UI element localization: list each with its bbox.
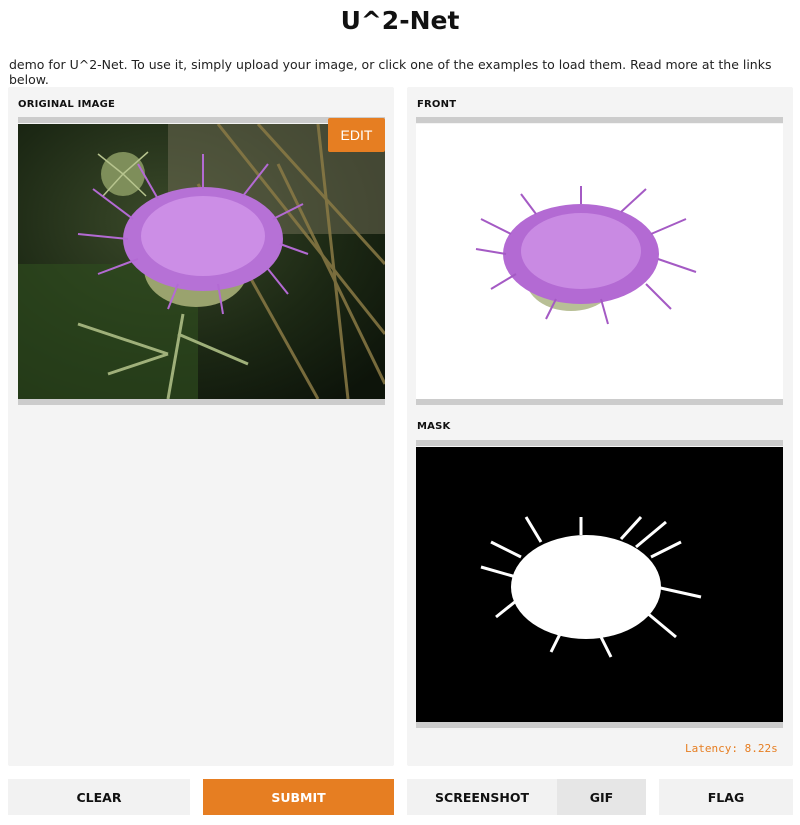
original-image[interactable] <box>18 124 385 399</box>
edit-button[interactable]: EDIT <box>328 118 385 152</box>
page-description: demo for U^2-Net. To use it, simply uplo… <box>9 57 772 87</box>
latency-text: Latency: 8.22s <box>685 742 778 755</box>
mask-top-bar <box>416 440 783 446</box>
page-title: U^2-Net <box>340 6 460 35</box>
screenshot-button[interactable]: SCREENSHOT <box>407 779 557 815</box>
front-image <box>416 124 783 399</box>
image-bottom-bar <box>18 399 385 405</box>
front-label: FRONT <box>417 99 457 110</box>
mask-bottom-bar <box>416 722 783 728</box>
submit-button[interactable]: SUBMIT <box>203 779 394 815</box>
clear-button[interactable]: CLEAR <box>8 779 190 815</box>
original-image-label: ORIGINAL IMAGE <box>18 99 116 110</box>
front-bottom-bar <box>416 399 783 405</box>
mask-image <box>416 447 783 722</box>
flag-button[interactable]: FLAG <box>659 779 793 815</box>
front-top-bar <box>416 117 783 123</box>
mask-label: MASK <box>417 421 451 432</box>
gif-button[interactable]: GIF <box>557 779 646 815</box>
